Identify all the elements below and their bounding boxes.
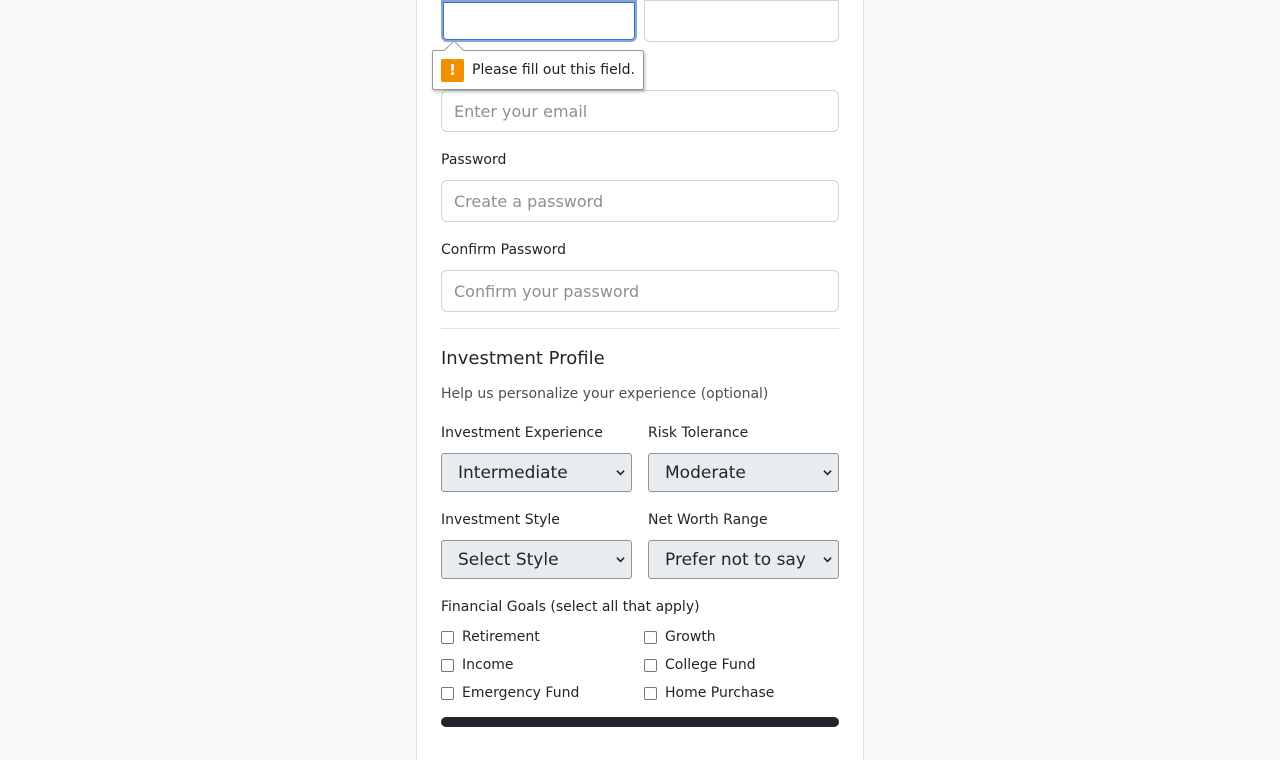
section-help-text: Help us personalize your experience (opt… [441,386,769,402]
password-label: Password [441,152,507,168]
style-select-value: Select Style [458,549,559,570]
goal-checkbox-income[interactable] [441,659,454,672]
goal-label-emergency-fund: Emergency Fund [462,685,580,701]
goal-checkbox-growth[interactable] [644,631,657,644]
chevron-down-icon [616,470,625,476]
validation-message: Please fill out this field. [472,62,635,78]
first-name-field[interactable] [441,0,637,42]
chevron-down-icon [616,557,625,563]
networth-label: Net Worth Range [648,512,768,528]
validation-tooltip: ! Please fill out this field. [432,40,644,90]
password-field[interactable] [441,180,839,222]
experience-select-value: Intermediate [458,462,568,483]
style-label: Investment Style [441,512,560,528]
chevron-down-icon [823,470,832,476]
experience-select[interactable]: Intermediate [441,453,632,492]
goal-checkbox-retirement[interactable] [441,631,454,644]
goal-checkbox-emergency-fund[interactable] [441,687,454,700]
chevron-down-icon [823,557,832,563]
risk-select[interactable]: Moderate [648,453,839,492]
goals-label: Financial Goals (select all that apply) [441,599,700,615]
networth-select[interactable]: Prefer not to say [648,540,839,579]
confirm-password-field[interactable] [441,270,839,312]
goal-label-home-purchase: Home Purchase [665,685,775,701]
goal-checkbox-home-purchase[interactable] [644,687,657,700]
experience-label: Investment Experience [441,425,603,441]
goal-label-retirement: Retirement [462,629,540,645]
style-select[interactable]: Select Style [441,540,632,579]
confirm-password-label: Confirm Password [441,242,567,258]
risk-label: Risk Tolerance [648,425,749,441]
section-divider [441,328,839,329]
submit-button[interactable] [441,717,839,727]
networth-select-value: Prefer not to say [665,549,806,570]
goal-label-college-fund: College Fund [665,657,756,673]
warning-icon: ! [441,58,464,82]
email-field[interactable] [441,90,839,132]
section-title: Investment Profile [441,348,605,369]
risk-select-value: Moderate [665,462,746,483]
goal-label-growth: Growth [665,629,716,645]
goal-label-income: Income [462,657,514,673]
goal-checkbox-college-fund[interactable] [644,659,657,672]
last-name-field[interactable] [644,0,839,42]
